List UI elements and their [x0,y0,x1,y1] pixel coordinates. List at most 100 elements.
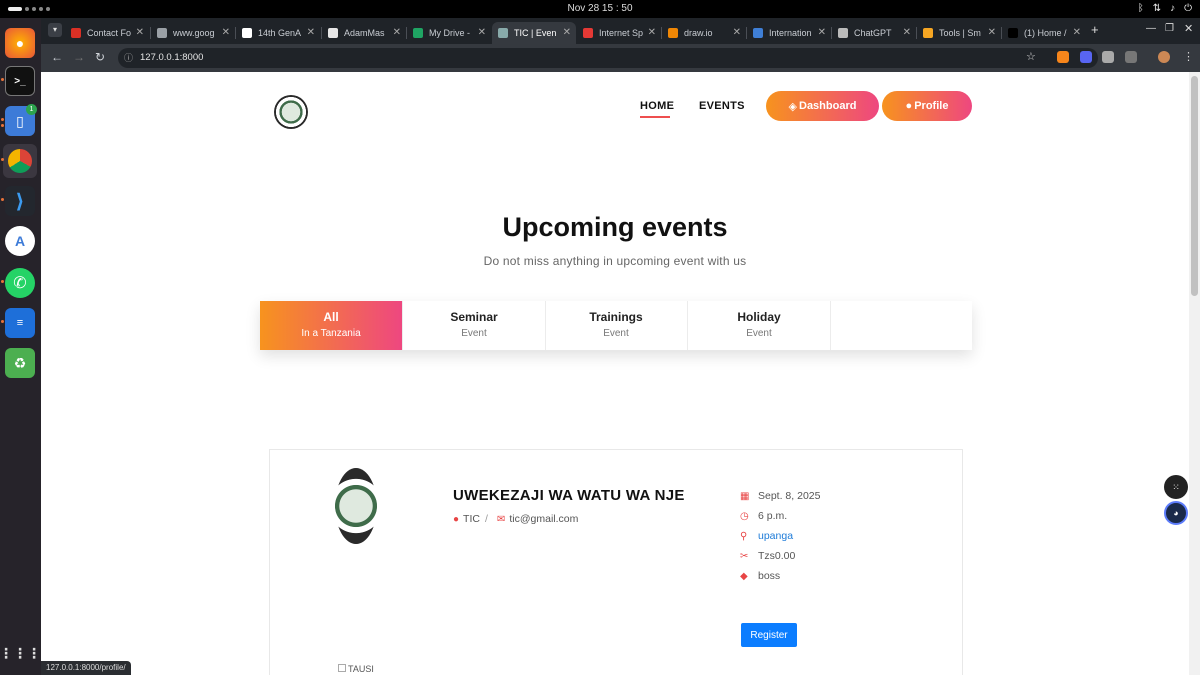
site-logo[interactable] [274,95,308,129]
firefox-icon[interactable]: ● [5,28,35,58]
system-tray[interactable]: ᛒ ⇅ ♪ ⏻ [1138,3,1192,14]
url-field[interactable]: ⓘ 127.0.0.1:8000 [118,48,1098,68]
power-icon[interactable]: ⏻ [1184,3,1192,14]
event-category-tabs: All In a Tanzania Seminar Event Trainings E… [260,301,972,350]
site-info-icon[interactable]: ⓘ [124,48,133,68]
metamask-extension-icon[interactable] [1057,51,1069,63]
browser-tab[interactable]: Internation ✕ [747,22,831,44]
location-text: upanga [758,530,794,542]
whatsapp-icon[interactable]: ✆ [5,268,35,298]
browser-tab[interactable]: TIC | Even ✕ [492,22,576,44]
image-alt-text: TAUSI [348,664,374,674]
tab-separator [831,27,832,39]
minimize-icon[interactable]: — [1146,23,1156,34]
nav-events-link[interactable]: EVENTS [699,100,745,112]
event-title[interactable]: UWEKEZAJI WA WATU WA NJE [453,487,685,504]
scrollbar-thumb[interactable] [1191,76,1198,296]
discord-float-icon[interactable]: ◕ [1164,501,1188,525]
browser-tab[interactable]: Contact Fo ✕ [65,22,149,44]
browser-tab-strip: ▾ Contact Fo ✕ www.goog ✕ 14th GenA ✕ AdamMas ✕… [41,18,1200,44]
event-time: ◷ 6 p.m. [740,510,787,522]
tab-label: Internation [769,28,812,38]
tab-separator [1001,27,1002,39]
tab-favicon-icon [668,28,678,38]
browser-tab[interactable]: AdamMas ✕ [322,22,406,44]
tab-favicon-icon [838,28,848,38]
tab-label: ChatGPT [854,28,892,38]
meta-separator: / [485,513,488,525]
tab-close-icon[interactable]: ✕ [393,27,401,38]
browser-tab[interactable]: Tools | Sm ✕ [917,22,1001,44]
register-button[interactable]: Register [741,623,797,647]
tab-close-icon[interactable]: ✕ [733,27,741,38]
browser-tab[interactable]: My Drive - ✕ [407,22,491,44]
tab-subtitle: Event [603,328,629,339]
tab-close-icon[interactable]: ✕ [307,27,315,38]
profile-button[interactable]: ● Profile [882,91,972,121]
tab-close-icon[interactable]: ✕ [136,27,144,38]
tab-holiday[interactable]: Holiday Event [688,301,831,350]
tab-close-icon[interactable]: ✕ [1073,27,1081,38]
tag-icon: ◈ [788,100,797,113]
browser-tab[interactable]: Internet Sp ✕ [577,22,661,44]
extensions-puzzle-icon[interactable] [1125,51,1137,63]
tab-close-icon[interactable]: ✕ [988,27,996,38]
reload-icon[interactable]: ↻ [95,50,105,64]
map-pin-icon: ⚲ [740,530,748,542]
browser-tab[interactable]: (1) Home / ✕ [1002,22,1086,44]
forward-icon[interactable]: → [73,50,85,64]
back-icon[interactable]: ← [51,50,63,64]
tab-label: TIC | Even [514,28,557,38]
bookmark-star-icon[interactable]: ☆ [1026,50,1036,63]
envelope-icon: ✉ [497,514,506,525]
browser-tab[interactable]: www.goog ✕ [151,22,235,44]
media-extension-icon[interactable] [1102,51,1114,63]
writer-icon[interactable]: ≡ [5,308,35,338]
tab-separator [916,27,917,39]
nav-home-link[interactable]: HOME [640,100,674,112]
status-bar-url: 127.0.0.1:8000/profile/ [41,661,131,675]
app-dock: ● >_ ▯ 1 ⟩ A ✆ ≡ ♻ ⋮⋮⋮ [0,18,41,675]
event-card: UWEKEZAJI WA WATU WA NJE ● TIC / ✉ tic@gma… [269,449,963,675]
tab-close-icon[interactable]: ✕ [478,27,486,38]
chrome-icon[interactable] [3,144,37,178]
bluetooth-icon[interactable]: ᛒ [1138,3,1144,14]
event-location[interactable]: ⚲ upanga [740,530,793,542]
terminal-icon[interactable]: >_ [5,66,35,96]
tab-title: Holiday [737,310,781,324]
tab-close-icon[interactable]: ✕ [563,27,571,38]
event-tag: ◆ boss [740,570,780,582]
restore-icon[interactable]: ❐ [1165,23,1174,34]
tab-search-icon[interactable]: ▾ [48,23,62,37]
app-grid-icon[interactable]: ⋮⋮⋮ [0,638,41,668]
tab-seminar[interactable]: Seminar Event [403,301,546,350]
volume-icon[interactable]: ♪ [1170,3,1175,14]
browser-menu-icon[interactable]: ⋮ [1183,50,1194,63]
profile-avatar[interactable] [1158,51,1170,63]
browser-tab[interactable]: ChatGPT ✕ [832,22,916,44]
discord-extension-icon[interactable] [1080,51,1092,63]
floating-apps-icon[interactable]: ⁙ [1164,475,1188,499]
tab-all[interactable]: All In a Tanzania [260,301,403,350]
new-tab-button[interactable]: + [1091,22,1099,37]
tab-close-icon[interactable]: ✕ [648,27,656,38]
dashboard-button[interactable]: ◈ Dashboard [766,91,879,121]
tab-close-icon[interactable]: ✕ [903,27,911,38]
tab-close-icon[interactable]: ✕ [818,27,826,38]
network-icon[interactable]: ⇅ [1153,3,1161,14]
tab-close-icon[interactable]: ✕ [222,27,230,38]
browser-tab[interactable]: draw.io ✕ [662,22,746,44]
address-bar-row: ← → ↻ ⓘ 127.0.0.1:8000 ☆ ⋮ [41,44,1200,72]
system-clock[interactable]: Nov 28 15 : 50 [0,3,1200,14]
app-store-icon[interactable]: A [5,226,35,256]
close-window-icon[interactable]: ✕ [1184,22,1193,35]
system-top-bar: Nov 28 15 : 50 ᛒ ⇅ ♪ ⏻ [0,0,1200,18]
tab-label: Contact Fo [87,28,132,38]
browser-tab[interactable]: 14th GenA ✕ [236,22,320,44]
tab-label: Internet Sp [599,28,644,38]
vscode-icon[interactable]: ⟩ [5,186,35,216]
page-scrollbar[interactable] [1189,72,1200,675]
trash-icon[interactable]: ♻ [5,348,35,378]
tab-trainings[interactable]: Trainings Event [545,301,688,350]
tab-label: www.goog [173,28,215,38]
